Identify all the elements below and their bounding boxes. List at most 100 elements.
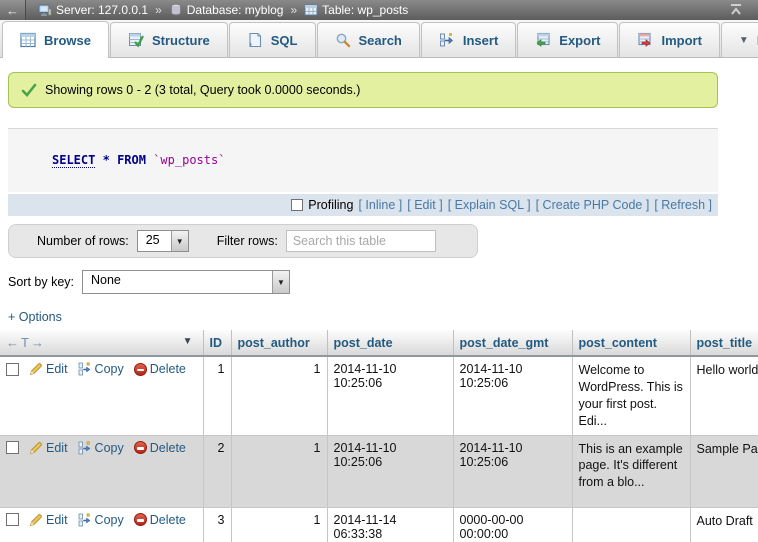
tab-export[interactable]: Export bbox=[517, 22, 618, 57]
column-hide-controls[interactable]: ←T→ ▼ bbox=[0, 330, 203, 356]
cell-post-date-gmt: 0000-00-00 00:00:00 bbox=[453, 507, 572, 542]
column-header-id[interactable]: ID bbox=[203, 330, 231, 356]
select-arrow-icon: ▼ bbox=[171, 231, 188, 251]
sort-by-key-label: Sort by key: bbox=[8, 275, 74, 289]
import-icon bbox=[637, 32, 653, 48]
delete-icon bbox=[134, 363, 147, 376]
edit-row-link[interactable]: Edit bbox=[29, 362, 68, 376]
num-rows-select[interactable]: 25 ▼ bbox=[137, 230, 189, 252]
copy-icon bbox=[78, 362, 92, 376]
delete-label: Delete bbox=[150, 513, 186, 527]
row-checkbox[interactable] bbox=[6, 441, 19, 454]
chevron-down-icon: ▼ bbox=[739, 35, 749, 46]
cell-post-author: 1 bbox=[231, 507, 327, 542]
collapse-chevron-icon bbox=[728, 2, 744, 18]
edit-label: Edit bbox=[46, 513, 68, 527]
cell-post-date: 2014-11-10 10:25:06 bbox=[327, 356, 453, 435]
cell-post-title: Hello world! bbox=[690, 356, 758, 435]
delete-label: Delete bbox=[150, 441, 186, 455]
profiling-bar: Profiling [ Inline ] [ Edit ] [ Explain … bbox=[8, 194, 718, 216]
cell-post-content: Welcome to WordPress. This is your first… bbox=[572, 356, 690, 435]
table-row: Edit Copy Delete 1 1 2014-11-10 10:25:06… bbox=[0, 356, 758, 435]
options-toggle-link[interactable]: + Options bbox=[8, 310, 62, 324]
breadcrumb-separator: » bbox=[290, 3, 297, 17]
sort-by-key-select[interactable]: None ▼ bbox=[82, 270, 290, 294]
copy-row-link[interactable]: Copy bbox=[78, 362, 124, 376]
breadcrumb-server-label: Server: 127.0.0.1 bbox=[56, 3, 148, 17]
column-header-post-content[interactable]: post_content bbox=[572, 330, 690, 356]
cell-post-author: 1 bbox=[231, 356, 327, 435]
database-icon bbox=[169, 3, 183, 17]
column-header-post-date-gmt[interactable]: post_date_gmt bbox=[453, 330, 572, 356]
export-icon bbox=[535, 32, 551, 48]
row-checkbox[interactable] bbox=[6, 513, 19, 526]
breadcrumb-database[interactable]: Database: myblog bbox=[169, 3, 284, 17]
column-header-post-title[interactable]: post_title bbox=[690, 330, 758, 356]
delete-row-link[interactable]: Delete bbox=[134, 513, 186, 527]
tab-browse[interactable]: Browse bbox=[2, 21, 109, 58]
copy-icon bbox=[78, 513, 92, 527]
back-arrow-icon: ← bbox=[6, 3, 19, 18]
tab-insert[interactable]: Insert bbox=[421, 22, 516, 57]
tab-browse-label: Browse bbox=[44, 33, 91, 48]
profiling-checkbox[interactable] bbox=[291, 199, 303, 211]
tab-more[interactable]: ▼ More bbox=[721, 22, 758, 57]
structure-icon bbox=[128, 32, 144, 48]
search-icon bbox=[335, 32, 351, 48]
sql-keyword-select[interactable]: SELECT bbox=[52, 153, 95, 168]
status-message-text: Showing rows 0 - 2 (3 total, Query took … bbox=[45, 83, 360, 97]
breadcrumb-server[interactable]: Server: 127.0.0.1 bbox=[38, 3, 148, 17]
server-icon bbox=[38, 3, 52, 17]
copy-row-link[interactable]: Copy bbox=[78, 441, 124, 455]
browse-icon bbox=[20, 32, 36, 48]
column-arrows-icon[interactable]: ←T→ bbox=[6, 335, 46, 350]
copy-row-link[interactable]: Copy bbox=[78, 513, 124, 527]
refresh-link[interactable]: [ Refresh ] bbox=[654, 198, 712, 212]
copy-label: Copy bbox=[95, 513, 124, 527]
explain-sql-link[interactable]: [ Explain SQL ] bbox=[448, 198, 531, 212]
tab-structure[interactable]: Structure bbox=[110, 22, 228, 57]
inline-link[interactable]: [ Inline ] bbox=[358, 198, 402, 212]
table-row: Edit Copy Delete 3 1 2014-11-14 06:33:38… bbox=[0, 507, 758, 542]
column-header-post-author[interactable]: post_author bbox=[231, 330, 327, 356]
main-content: Showing rows 0 - 2 (3 total, Query took … bbox=[0, 72, 758, 542]
cell-id: 2 bbox=[203, 435, 231, 507]
breadcrumb-table[interactable]: Table: wp_posts bbox=[304, 3, 408, 17]
back-button[interactable]: ← bbox=[0, 0, 26, 20]
column-header-post-date[interactable]: post_date bbox=[327, 330, 453, 356]
filter-rows-label: Filter rows: bbox=[217, 234, 278, 248]
edit-row-link[interactable]: Edit bbox=[29, 441, 68, 455]
delete-row-link[interactable]: Delete bbox=[134, 441, 186, 455]
cell-id: 1 bbox=[203, 356, 231, 435]
cell-post-content bbox=[572, 507, 690, 542]
tab-sql[interactable]: SQL bbox=[229, 22, 316, 57]
edit-query-link[interactable]: [ Edit ] bbox=[407, 198, 442, 212]
cell-post-content: This is an example page. It's different … bbox=[572, 435, 690, 507]
create-php-code-link[interactable]: [ Create PHP Code ] bbox=[536, 198, 650, 212]
cell-id: 3 bbox=[203, 507, 231, 542]
breadcrumb-separator: » bbox=[155, 3, 162, 17]
cell-post-date-gmt: 2014-11-10 10:25:06 bbox=[453, 435, 572, 507]
sort-by-key-value: None bbox=[83, 271, 129, 293]
breadcrumb-bar: ← Server: 127.0.0.1 » Database: myblog »… bbox=[0, 0, 758, 20]
collapse-icon[interactable] bbox=[728, 2, 744, 21]
tab-search[interactable]: Search bbox=[317, 22, 420, 57]
tab-structure-label: Structure bbox=[152, 33, 210, 48]
table-icon bbox=[304, 3, 318, 17]
copy-label: Copy bbox=[95, 441, 124, 455]
copy-label: Copy bbox=[95, 362, 124, 376]
filter-rows-input[interactable] bbox=[286, 230, 436, 252]
success-check-icon bbox=[21, 82, 37, 98]
insert-icon bbox=[439, 32, 455, 48]
delete-icon bbox=[134, 513, 147, 526]
delete-row-link[interactable]: Delete bbox=[134, 362, 186, 376]
options-caret-icon[interactable]: ▼ bbox=[183, 336, 193, 347]
sort-by-key-row: Sort by key: None ▼ bbox=[8, 270, 758, 294]
table-header-row: ←T→ ▼ ID post_author post_date post_date… bbox=[0, 330, 758, 356]
row-checkbox[interactable] bbox=[6, 363, 19, 376]
tab-import[interactable]: Import bbox=[619, 22, 719, 57]
copy-icon bbox=[78, 441, 92, 455]
sql-star: * bbox=[103, 153, 110, 167]
cell-post-title: Sample Page bbox=[690, 435, 758, 507]
edit-row-link[interactable]: Edit bbox=[29, 513, 68, 527]
